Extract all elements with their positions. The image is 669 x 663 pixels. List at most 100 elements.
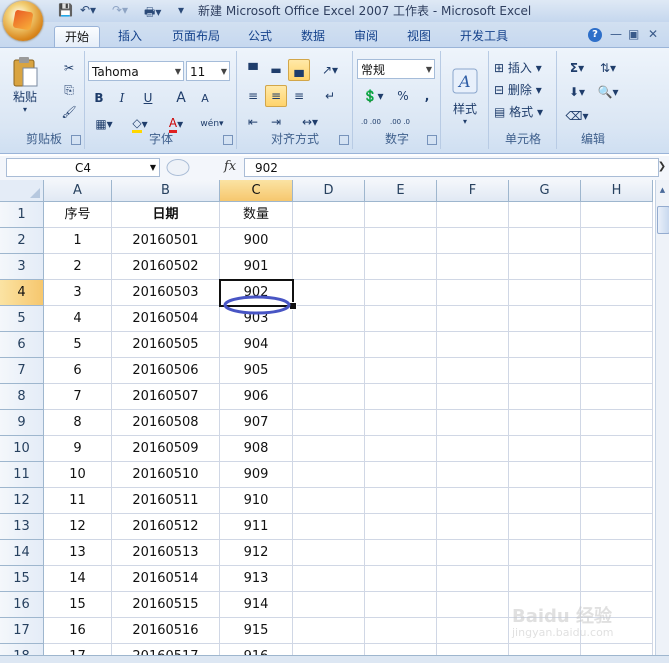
align-top-icon[interactable]: ▀ xyxy=(242,59,264,81)
cell-h10[interactable] xyxy=(581,436,653,462)
cell-d11[interactable] xyxy=(293,462,365,488)
scroll-up-icon[interactable]: ▲ xyxy=(657,186,668,198)
cell-f17[interactable] xyxy=(437,618,509,644)
copy-icon[interactable]: ⎘ xyxy=(58,79,80,101)
currency-icon[interactable]: 💲▾ xyxy=(357,85,389,107)
cell-g12[interactable] xyxy=(509,488,581,514)
cell-e14[interactable] xyxy=(365,540,437,566)
cell-c12[interactable]: 910 xyxy=(220,488,293,514)
cell-b7[interactable]: 20160506 xyxy=(112,358,220,384)
cell-d4[interactable] xyxy=(293,280,365,306)
cell-f3[interactable] xyxy=(437,254,509,280)
cell-c2[interactable]: 900 xyxy=(220,228,293,254)
cell-e11[interactable] xyxy=(365,462,437,488)
column-header-d[interactable]: D xyxy=(293,180,365,202)
cell-b12[interactable]: 20160511 xyxy=(112,488,220,514)
cell-e4[interactable] xyxy=(365,280,437,306)
cell-c14[interactable]: 912 xyxy=(220,540,293,566)
row-header-12[interactable]: 12 xyxy=(0,488,44,514)
scroll-thumb[interactable] xyxy=(657,206,669,234)
cell-g4[interactable] xyxy=(509,280,581,306)
column-header-g[interactable]: G xyxy=(509,180,581,202)
cell-c1[interactable]: 数量 xyxy=(220,202,293,228)
cell-f12[interactable] xyxy=(437,488,509,514)
align-center-icon[interactable]: ≡ xyxy=(265,85,287,107)
expand-formula-icon[interactable]: ❯ xyxy=(656,158,668,177)
align-middle-icon[interactable]: ▬ xyxy=(265,59,287,81)
save-icon[interactable]: 💾 xyxy=(58,3,73,17)
cell-e2[interactable] xyxy=(365,228,437,254)
font-name-combo[interactable]: Tahoma ▼ xyxy=(88,61,184,81)
cell-e17[interactable] xyxy=(365,618,437,644)
cell-b13[interactable]: 20160512 xyxy=(112,514,220,540)
cell-c3[interactable]: 901 xyxy=(220,254,293,280)
cell-e10[interactable] xyxy=(365,436,437,462)
cell-d6[interactable] xyxy=(293,332,365,358)
cell-b5[interactable]: 20160504 xyxy=(112,306,220,332)
number-format-combo[interactable]: 常规 ▼ xyxy=(357,59,435,79)
cell-d15[interactable] xyxy=(293,566,365,592)
cell-a7[interactable]: 6 xyxy=(44,358,112,384)
row-header-14[interactable]: 14 xyxy=(0,540,44,566)
cut-icon[interactable]: ✂ xyxy=(58,57,80,79)
insert-function-icon[interactable]: fx xyxy=(224,159,236,174)
row-header-8[interactable]: 8 xyxy=(0,384,44,410)
cell-e13[interactable] xyxy=(365,514,437,540)
cell-h2[interactable] xyxy=(581,228,653,254)
cell-g6[interactable] xyxy=(509,332,581,358)
cell-a11[interactable]: 10 xyxy=(44,462,112,488)
cell-h14[interactable] xyxy=(581,540,653,566)
cell-a3[interactable]: 2 xyxy=(44,254,112,280)
cell-h13[interactable] xyxy=(581,514,653,540)
cell-b11[interactable]: 20160510 xyxy=(112,462,220,488)
restore-icon[interactable]: ▣ xyxy=(628,27,639,41)
delete-cells-button[interactable]: ⊟ 删除 ▾ xyxy=(494,81,542,98)
cell-c15[interactable]: 913 xyxy=(220,566,293,592)
align-bottom-icon[interactable]: ▄ xyxy=(288,59,310,81)
tab-data[interactable]: 数据 xyxy=(293,26,333,47)
bold-button[interactable]: B xyxy=(88,87,110,109)
help-icon[interactable]: ? xyxy=(588,28,602,42)
column-header-c[interactable]: C xyxy=(220,180,293,202)
cell-b2[interactable]: 20160501 xyxy=(112,228,220,254)
cell-h7[interactable] xyxy=(581,358,653,384)
cell-f11[interactable] xyxy=(437,462,509,488)
column-header-h[interactable]: H xyxy=(581,180,653,202)
cell-h5[interactable] xyxy=(581,306,653,332)
grow-font-button[interactable]: A xyxy=(170,87,192,109)
tab-developer[interactable]: 开发工具 xyxy=(452,26,516,47)
italic-button[interactable]: I xyxy=(111,87,133,109)
cell-f13[interactable] xyxy=(437,514,509,540)
cell-c6[interactable]: 904 xyxy=(220,332,293,358)
close-icon[interactable]: ✕ xyxy=(648,27,658,41)
row-header-1[interactable]: 1 xyxy=(0,202,44,228)
cell-g10[interactable] xyxy=(509,436,581,462)
cell-e3[interactable] xyxy=(365,254,437,280)
cell-b15[interactable]: 20160514 xyxy=(112,566,220,592)
clipboard-launcher-icon[interactable] xyxy=(71,135,81,145)
tab-view[interactable]: 视图 xyxy=(399,26,439,47)
cell-a16[interactable]: 15 xyxy=(44,592,112,618)
undo-icon[interactable]: ↶▾ xyxy=(80,3,96,17)
cell-c9[interactable]: 907 xyxy=(220,410,293,436)
cell-d7[interactable] xyxy=(293,358,365,384)
row-header-6[interactable]: 6 xyxy=(0,332,44,358)
cell-e9[interactable] xyxy=(365,410,437,436)
cell-g9[interactable] xyxy=(509,410,581,436)
column-header-e[interactable]: E xyxy=(365,180,437,202)
cell-a6[interactable]: 5 xyxy=(44,332,112,358)
cell-a4[interactable]: 3 xyxy=(44,280,112,306)
cell-b9[interactable]: 20160508 xyxy=(112,410,220,436)
cell-d16[interactable] xyxy=(293,592,365,618)
cell-d13[interactable] xyxy=(293,514,365,540)
cell-b17[interactable]: 20160516 xyxy=(112,618,220,644)
cell-f2[interactable] xyxy=(437,228,509,254)
cell-b6[interactable]: 20160505 xyxy=(112,332,220,358)
cell-e8[interactable] xyxy=(365,384,437,410)
cell-b10[interactable]: 20160509 xyxy=(112,436,220,462)
sort-filter-icon[interactable]: ⇅▾ xyxy=(594,57,622,79)
row-header-13[interactable]: 13 xyxy=(0,514,44,540)
cell-a10[interactable]: 9 xyxy=(44,436,112,462)
percent-button[interactable]: % xyxy=(392,85,414,107)
cell-c4[interactable]: 902 xyxy=(220,280,293,306)
